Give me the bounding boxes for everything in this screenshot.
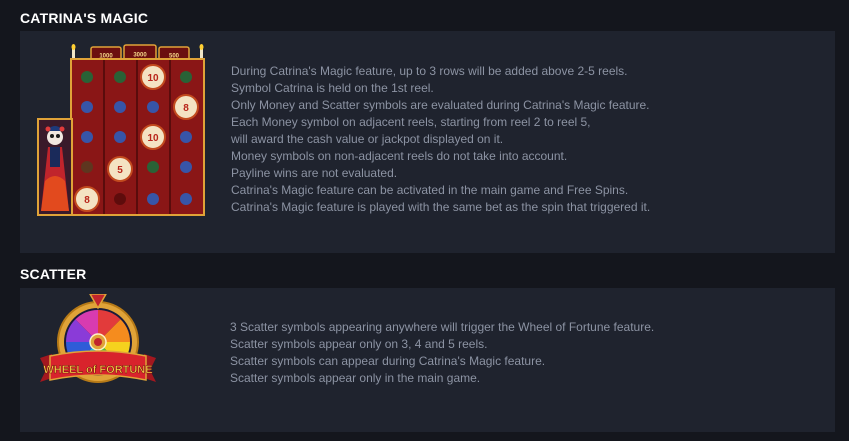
section-title-catrinas-magic: CATRINA'S MAGIC — [20, 10, 149, 26]
wheel-of-fortune-logo-text: WHEEL of FORTUNE — [43, 364, 152, 376]
description-line: Scatter symbols appear only on 3, 4 and … — [230, 337, 488, 351]
scatter-description: 3 Scatter symbols appearing anywhere wil… — [230, 319, 654, 387]
money-symbol-value: 10 — [147, 73, 159, 84]
money-symbol-value: 10 — [147, 133, 159, 144]
description-line: will award the cash value or jackpot dis… — [231, 132, 504, 146]
description-line: Catrina's Magic feature can be activated… — [231, 183, 629, 197]
description-line: Catrina's Magic feature is played with t… — [231, 200, 651, 214]
scatter-panel: WHEEL of FORTUNE 3 Scatter symbols appea… — [20, 288, 835, 432]
description-line: 3 Scatter symbols appearing anywhere wil… — [230, 320, 655, 334]
catrina-magic-reels-image: 1000 3000 500 10 8 10 5 8 — [37, 44, 205, 216]
money-symbol-value: 5 — [117, 165, 123, 176]
description-line: Payline wins are not evaluated. — [231, 166, 398, 180]
jackpot-plaque-2: 3000 — [133, 53, 147, 59]
description-line: Scatter symbols appear only in the main … — [230, 371, 481, 385]
money-symbol-value: 8 — [84, 195, 90, 206]
section-title-scatter: SCATTER — [20, 266, 87, 282]
description-line: Scatter symbols can appear during Catrin… — [230, 354, 546, 368]
wheel-of-fortune-scatter-image: WHEEL of FORTUNE — [40, 294, 156, 383]
description-line: During Catrina's Magic feature, up to 3 … — [231, 64, 628, 78]
description-line: Symbol Catrina is held on the 1st reel. — [231, 81, 434, 95]
description-line: Money symbols on non-adjacent reels do n… — [231, 149, 568, 163]
catrinas-magic-panel: 1000 3000 500 10 8 10 5 8 During Catrina… — [20, 31, 835, 253]
description-line: Only Money and Scatter symbols are evalu… — [231, 98, 650, 112]
catrinas-magic-description: During Catrina's Magic feature, up to 3 … — [231, 63, 650, 216]
description-line: Each Money symbol on adjacent reels, sta… — [231, 115, 591, 129]
money-symbol-value: 8 — [183, 103, 189, 114]
